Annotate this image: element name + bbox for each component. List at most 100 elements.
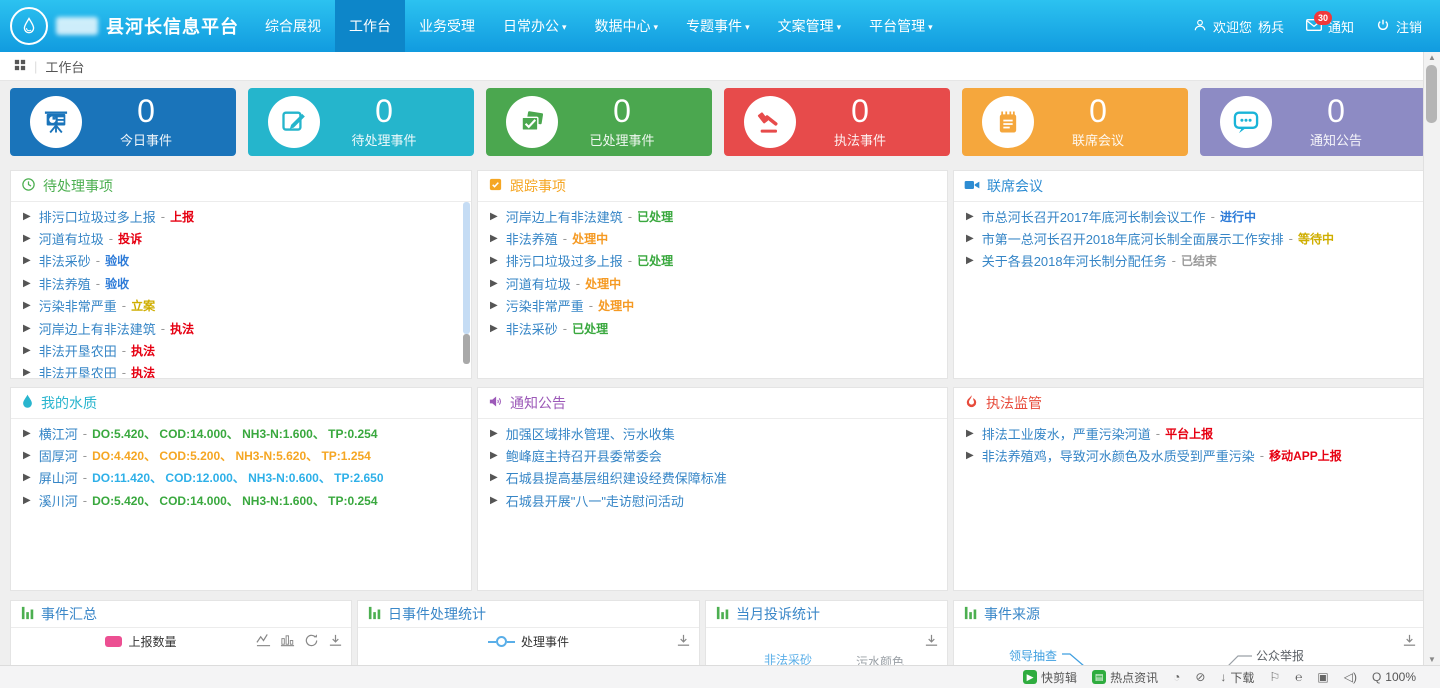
dash-separator: - [589,298,593,313]
download-icon[interactable] [1402,633,1417,648]
list-item[interactable]: ▶加强区域排水管理、污水收集 [478,422,947,444]
nav-menu-item[interactable]: 业务受理 [405,0,489,52]
list-item[interactable]: ▶非法开垦农田-执法 [11,339,471,361]
logout-button[interactable]: 注销 [1376,17,1422,36]
list-item[interactable]: ▶河岸边上有非法建筑-已处理 [478,205,947,227]
list-item[interactable]: ▶排污口垃圾过多上报-上报 [11,205,471,227]
list-item[interactable]: ▶石城县开展"八一"走访慰问活动 [478,489,947,511]
stat-card[interactable]: 0今日事件 [10,88,236,156]
proxy-button[interactable]: ℮ [1295,670,1302,684]
download-button[interactable]: ↓下载 [1220,669,1254,686]
chart-title: 事件来源 [984,604,1040,624]
list-item[interactable]: ▶非法养殖鸡，导致河水颜色及水质受到严重污染-移动APP上报 [954,444,1425,466]
list-item[interactable]: ▶鲍峰庭主持召开县委常委会 [478,444,947,466]
list-item[interactable]: ▶非法养殖-处理中 [478,227,947,249]
list-item[interactable]: ▶非法开垦农田-执法 [11,362,471,379]
list-item[interactable]: ▶污染非常严重-立案 [11,295,471,317]
download-icon[interactable] [924,633,939,648]
redacted-county-name [56,17,98,35]
nav-item-label: 文案管理 [778,18,834,34]
item-status: 验收 [105,275,129,292]
item-status: 进行中 [1220,208,1256,225]
stat-card[interactable]: 0已处理事件 [486,88,712,156]
panel-title: 联席会议 [987,176,1043,196]
scrollbar-thumb[interactable] [1426,65,1437,123]
refresh-icon[interactable] [304,633,319,648]
proxy-icon: ℮ [1295,670,1302,684]
zoom-button[interactable]: Q100% [1372,670,1416,684]
panel-scrollbar[interactable] [463,202,470,376]
vertical-scrollbar[interactable]: ▲ ▼ [1423,52,1440,666]
list-item[interactable]: ▶石城县提高基层组织建设经费保障标准 [478,467,947,489]
arrow-bullet-icon: ▶ [490,255,498,266]
list-item[interactable]: ▶非法采砂-已处理 [478,317,947,339]
stat-label: 待处理事件 [320,130,448,149]
dash-separator: - [563,231,567,246]
check-square-icon [488,177,503,195]
arrow-bullet-icon: ▶ [23,278,31,289]
scroll-up-arrow[interactable]: ▲ [1424,52,1440,64]
line-chart-toggle-icon[interactable] [256,633,271,648]
bar-chart-toggle-icon[interactable] [280,633,295,648]
list-item[interactable]: ▶横江河-DO:5.420、 COD:14.000、 NH3-N:1.600、 … [11,422,471,444]
stat-card[interactable]: 0联席会议 [962,88,1188,156]
list-item[interactable]: ▶河岸边上有非法建筑-执法 [11,317,471,339]
nav-menu-item[interactable]: 工作台 [335,0,405,52]
chart-legend[interactable]: 上报数量 [51,633,231,650]
stat-card[interactable]: 0待处理事件 [248,88,474,156]
list-item[interactable]: ▶市第一总河长召开2018年底河长制全面展示工作安排-等待中 [954,227,1425,249]
panel-title: 我的水质 [41,393,97,413]
list-item[interactable]: ▶屏山河-DO:11.420、 COD:12.000、 NH3-N:0.600、… [11,467,471,489]
nav-menu-item[interactable]: 平台管理▾ [855,0,947,52]
sound-icon: ◁) [1344,670,1357,684]
notice-button[interactable]: 30 通知 [1306,17,1354,36]
item-status: DO:5.420、 COD:14.000、 NH3-N:1.600、 TP:0.… [92,425,377,442]
dash-separator: - [628,253,632,268]
list-item[interactable]: ▶市总河长召开2017年底河长制会议工作-进行中 [954,205,1425,227]
user-icon [1193,18,1207,35]
pin-off-button[interactable]: ⊘ [1195,670,1205,684]
stat-card[interactable]: 0通知公告 [1200,88,1426,156]
clip-play-button[interactable]: ▶快剪辑 [1023,669,1077,686]
nav-menu-item[interactable]: 数据中心▾ [581,0,673,52]
arrow-bullet-icon: ▶ [966,255,974,266]
list-item[interactable]: ▶污染非常严重-处理中 [478,295,947,317]
list-item[interactable]: ▶溪川河-DO:5.420、 COD:14.000、 NH3-N:1.600、 … [11,489,471,511]
list-item[interactable]: ▶关于各县2018年河长制分配任务-已结束 [954,250,1425,272]
panel-title: 待处理事项 [43,176,113,196]
list-item[interactable]: ▶非法养殖-验收 [11,272,471,294]
flag-button[interactable]: ⚐ [1269,670,1280,684]
item-text: 加强区域排水管理、污水收集 [506,424,675,443]
list-item[interactable]: ▶排污口垃圾过多上报-已处理 [478,250,947,272]
grid-icon[interactable] [14,59,26,74]
list-item[interactable]: ▶排法工业废水，严重污染河道-平台上报 [954,422,1425,444]
download-icon[interactable] [676,633,691,648]
dash-separator: - [1211,209,1215,224]
list-item[interactable]: ▶河道有垃圾-处理中 [478,272,947,294]
browser-statusbar: ▶快剪辑 ▤热点资讯 ◔ ⊘ ↓下载 ⚐ ℮ ▣ ◁) Q100% [0,665,1440,688]
list-item[interactable]: ▶固厚河-DO:4.420、 COD:5.200、 NH3-N:5.620、 T… [11,444,471,466]
arrow-bullet-icon: ▶ [490,233,498,244]
chevron-down-icon: ▾ [928,22,933,32]
nav-menu-item[interactable]: 文案管理▾ [764,0,856,52]
stat-cards-row: 0今日事件0待处理事件0已处理事件0执法事件0联席会议0通知公告 [10,88,1426,156]
logout-label: 注销 [1396,17,1422,36]
download-icon[interactable] [328,633,343,648]
nav-item-label: 工作台 [349,18,391,34]
list-item[interactable]: ▶河道有垃圾-投诉 [11,227,471,249]
nav-menu-item[interactable]: 综合展视 [251,0,335,52]
sound-button[interactable]: ◁) [1344,670,1357,684]
user-welcome[interactable]: 欢迎您 杨兵 [1193,17,1284,36]
list-item[interactable]: ▶非法采砂-验收 [11,250,471,272]
hot-news-button[interactable]: ▤热点资讯 [1092,669,1158,686]
arrow-bullet-icon: ▶ [23,450,31,461]
stat-card[interactable]: 0执法事件 [724,88,950,156]
stat-label: 联席会议 [1034,130,1162,149]
dash-separator: - [122,343,126,358]
nav-menu-item[interactable]: 专题事件▾ [672,0,764,52]
browser-mode-button[interactable]: ◔ [1173,670,1180,684]
window-button[interactable]: ▣ [1317,670,1328,684]
notice-badge: 30 [1314,11,1332,25]
chart-legend[interactable]: 处理事件 [358,633,699,650]
nav-menu-item[interactable]: 日常办公▾ [489,0,581,52]
